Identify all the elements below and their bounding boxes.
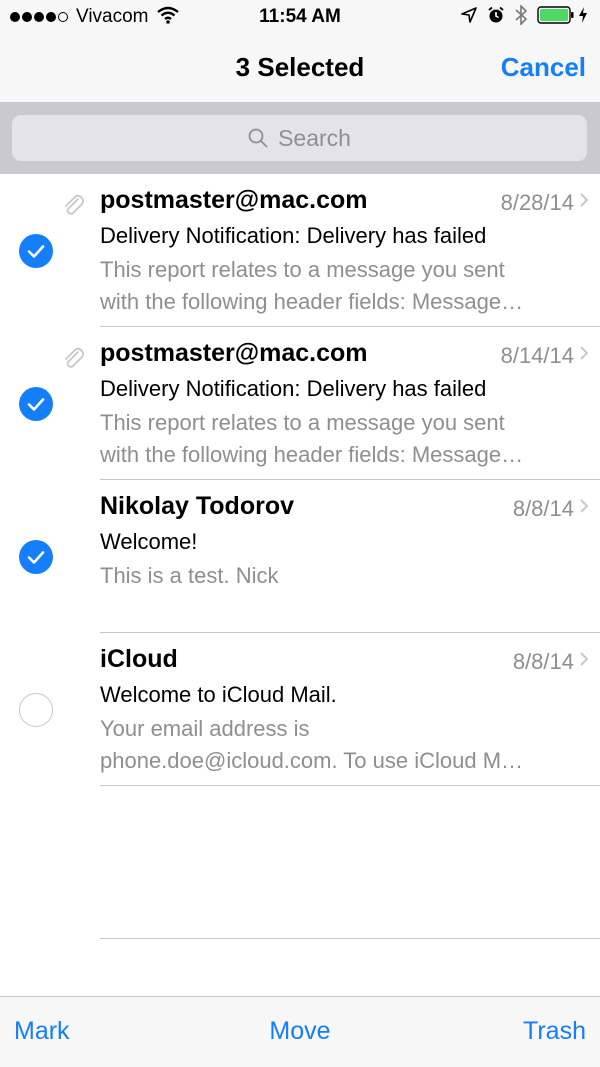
checkmark-icon[interactable] xyxy=(19,234,53,268)
battery-icon xyxy=(537,5,575,29)
mail-row[interactable]: postmaster@mac.com 8/28/14 Delivery Noti… xyxy=(0,174,600,327)
sender-name: postmaster@mac.com xyxy=(100,186,368,214)
search-area: Search xyxy=(0,102,600,174)
message-subject: Welcome! xyxy=(100,529,198,554)
status-right xyxy=(451,3,588,30)
alarm-icon xyxy=(487,6,505,29)
mail-row[interactable]: Nikolay Todorov 8/8/14 Welcome! This is … xyxy=(0,480,600,633)
sender-name: iCloud xyxy=(100,645,178,673)
status-bar: Vivacom 11:54 AM xyxy=(0,0,600,34)
checkmark-icon[interactable] xyxy=(19,540,53,574)
message-subject: Delivery Notification: Delivery has fail… xyxy=(100,376,487,401)
preview-line: This is a test. Nick xyxy=(100,563,279,588)
chevron-right-icon xyxy=(580,193,588,207)
mail-edit-screen: Vivacom 11:54 AM 3 Selected Cancel Searc… xyxy=(0,0,600,1067)
mail-row[interactable]: iCloud 8/8/14 Welcome to iCloud Mail. Yo… xyxy=(0,633,600,786)
navigation-bar: 3 Selected Cancel xyxy=(0,34,600,102)
cancel-button[interactable]: Cancel xyxy=(501,52,586,83)
charging-icon xyxy=(578,6,588,29)
search-icon xyxy=(248,128,268,148)
message-date: 8/8/14 xyxy=(512,649,574,674)
message-date: 8/8/14 xyxy=(512,496,574,521)
move-button[interactable]: Move xyxy=(260,1017,340,1046)
paperclip-icon xyxy=(62,192,85,221)
preview-line: with the following header fields: Messag… xyxy=(100,442,524,467)
empty-list-area xyxy=(0,786,600,939)
chevron-right-icon xyxy=(580,652,588,666)
message-date: 8/14/14 xyxy=(500,343,574,368)
preview-line: with the following header fields: Messag… xyxy=(100,289,524,314)
bottom-toolbar: Mark Move Trash xyxy=(0,996,600,1067)
message-preview: This report relates to a message you sen… xyxy=(100,254,580,318)
preview-line: This report relates to a message you sen… xyxy=(100,410,505,435)
search-placeholder: Search xyxy=(278,124,351,151)
message-subject: Welcome to iCloud Mail. xyxy=(100,682,337,707)
mail-row[interactable]: postmaster@mac.com 8/14/14 Delivery Noti… xyxy=(0,327,600,480)
preview-line: Your email address is xyxy=(100,716,310,741)
message-preview: This report relates to a message you sen… xyxy=(100,407,580,471)
message-preview: Your email address is phone.doe@icloud.c… xyxy=(100,713,580,777)
preview-line: phone.doe@icloud.com. To use iCloud M… xyxy=(100,748,524,773)
search-input[interactable]: Search xyxy=(12,115,587,161)
message-subject: Delivery Notification: Delivery has fail… xyxy=(100,223,487,248)
trash-button[interactable]: Trash xyxy=(523,1017,586,1046)
preview-line: This report relates to a message you sen… xyxy=(100,257,505,282)
sender-name: postmaster@mac.com xyxy=(100,339,368,367)
row-separator xyxy=(100,938,600,939)
message-date: 8/28/14 xyxy=(500,190,574,215)
sender-name: Nikolay Todorov xyxy=(100,492,295,520)
mark-button[interactable]: Mark xyxy=(14,1017,70,1046)
chevron-right-icon xyxy=(580,346,588,360)
bluetooth-icon xyxy=(515,3,528,30)
message-preview: This is a test. Nick xyxy=(100,560,580,624)
checkmark-icon[interactable] xyxy=(19,387,53,421)
mail-list: postmaster@mac.com 8/28/14 Delivery Noti… xyxy=(0,174,600,939)
paperclip-icon xyxy=(62,345,85,374)
unselected-circle-icon[interactable] xyxy=(19,693,53,727)
chevron-right-icon xyxy=(580,499,588,513)
location-icon xyxy=(461,6,477,28)
